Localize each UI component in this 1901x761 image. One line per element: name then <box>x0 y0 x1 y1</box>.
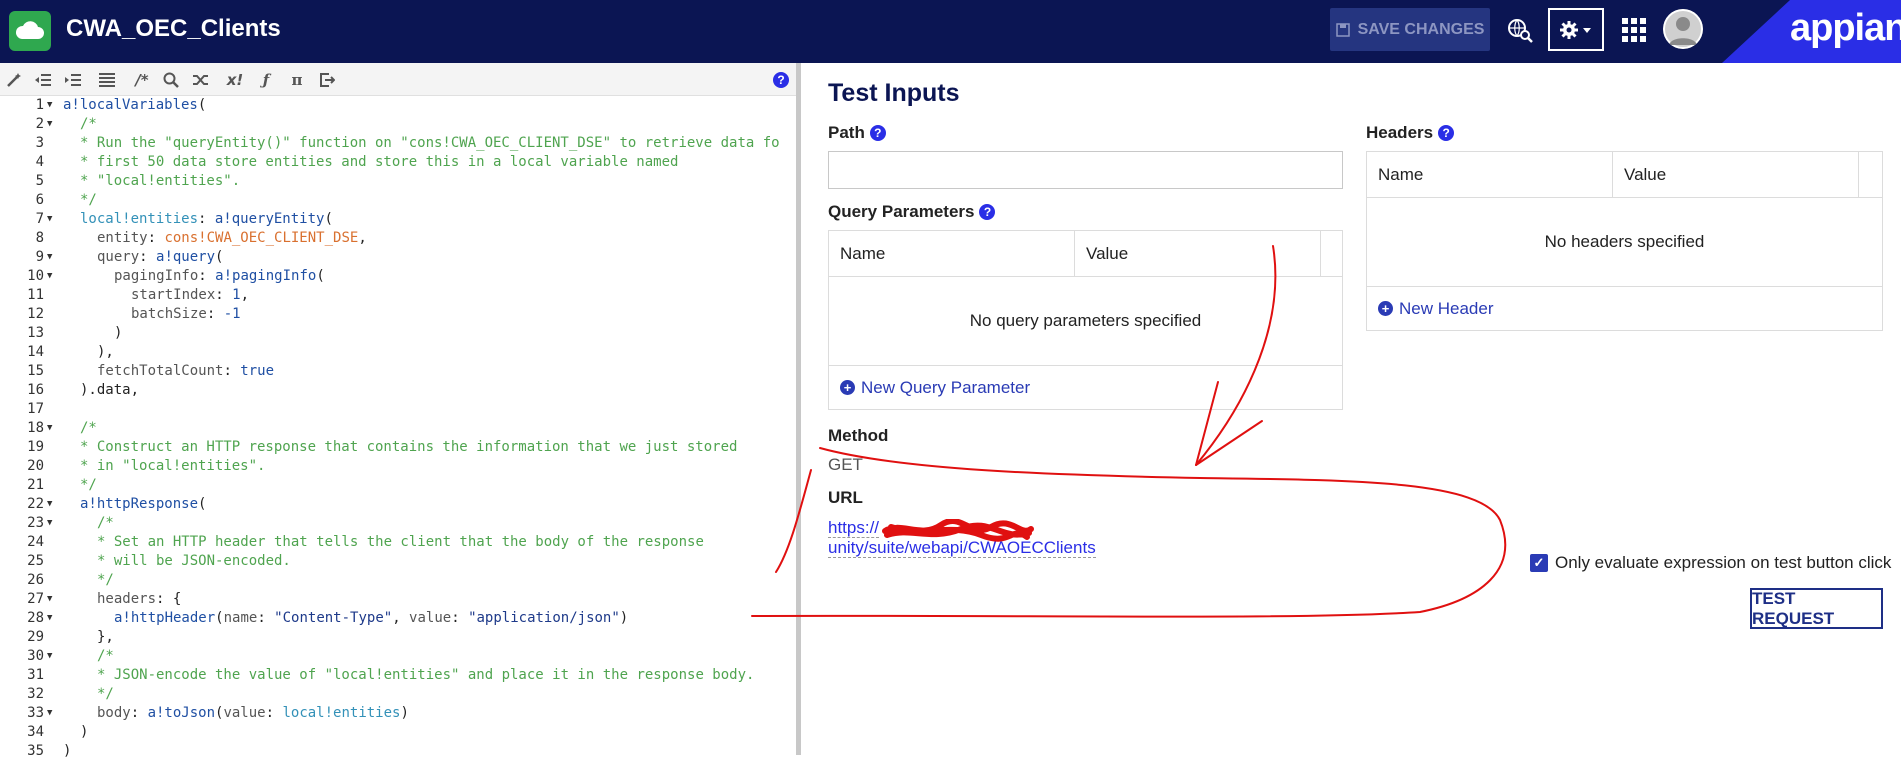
grid-header: Name Value <box>1367 152 1882 198</box>
save-icon <box>1335 22 1350 37</box>
path-label: Path? <box>828 123 886 143</box>
method-label: Method <box>828 426 889 445</box>
plus-circle-icon: + <box>840 380 855 395</box>
column-value: Value <box>1613 152 1859 198</box>
redaction-scribble <box>882 519 1034 542</box>
appian-logo[interactable]: appian <box>1790 0 1901 63</box>
expression-editor[interactable]: /* x! ƒ π ? 1 ▼ a!localVariables( 2 ▼/* 3 * … <box>0 63 796 759</box>
new-query-parameter-label: New Query Parameter <box>861 377 1031 397</box>
query-parameters-label: Query Parameters? <box>828 202 996 222</box>
help-icon[interactable]: ? <box>773 72 789 88</box>
plus-circle-icon: + <box>1378 301 1393 316</box>
editor-toolbar: /* x! ƒ π ? <box>0 63 796 96</box>
grid-header: Name Value <box>829 231 1342 277</box>
save-changes-button[interactable]: SAVE CHANGES <box>1330 8 1490 51</box>
evaluate-on-click-label: Only evaluate expression on test button … <box>1555 553 1892 572</box>
code-area[interactable]: 1 ▼ a!localVariables( 2 ▼/* 3 * Run the "que… <box>0 96 796 759</box>
comment-icon[interactable]: /* <box>128 69 156 91</box>
url-prefix[interactable]: https:// <box>828 518 880 538</box>
fx-icon[interactable]: ƒ <box>255 69 277 91</box>
headers-grid: Name Value No headers specified + New He… <box>1366 151 1883 331</box>
settings-menu-button[interactable] <box>1548 8 1604 51</box>
query-parameters-grid: Name Value No query parameters specified… <box>828 230 1343 410</box>
save-changes-label: SAVE CHANGES <box>1357 20 1485 38</box>
column-value: Value <box>1075 231 1321 277</box>
url-label: URL <box>828 488 863 507</box>
app-title: CWA_OEC_Clients <box>66 15 281 42</box>
user-avatar[interactable] <box>1663 9 1703 49</box>
method-value: GET <box>828 455 863 474</box>
test-inputs-panel: Test Inputs Path? Query Parameters? Name… <box>801 63 1901 755</box>
empty-message: No query parameters specified <box>969 311 1202 330</box>
x-bang-icon[interactable]: x! <box>222 69 248 91</box>
column-name: Name <box>1367 152 1613 198</box>
new-header-link[interactable]: + New Header <box>1367 286 1882 330</box>
empty-message: No headers specified <box>1544 232 1705 251</box>
web-search-icon[interactable] <box>1502 8 1538 51</box>
indent-icon[interactable] <box>62 69 84 91</box>
path-input[interactable] <box>828 151 1343 189</box>
outdent-icon[interactable] <box>32 69 54 91</box>
gear-icon <box>1560 20 1591 39</box>
pi-icon[interactable]: π <box>286 69 308 91</box>
list-icon[interactable] <box>96 69 118 91</box>
apps-grid-icon[interactable] <box>1620 8 1648 51</box>
top-bar: CWA_OEC_Clients SAVE CHANGES appian <box>0 0 1901 63</box>
new-header-label: New Header <box>1399 298 1494 318</box>
shuffle-icon[interactable] <box>190 69 212 91</box>
new-query-parameter-link[interactable]: + New Query Parameter <box>829 365 1342 409</box>
headers-label: Headers? <box>1366 123 1455 143</box>
help-icon[interactable]: ? <box>1438 125 1455 141</box>
test-request-button[interactable]: TEST REQUEST <box>1750 588 1883 629</box>
panel-title: Test Inputs <box>828 79 960 107</box>
cloud-app-icon[interactable] <box>9 11 51 51</box>
search-icon[interactable] <box>160 69 182 91</box>
magic-wand-icon[interactable] <box>3 69 25 91</box>
export-icon[interactable] <box>316 69 338 91</box>
help-icon[interactable]: ? <box>869 125 886 141</box>
evaluate-on-click-checkbox[interactable]: ✓ <box>1530 554 1548 572</box>
help-icon[interactable]: ? <box>979 204 996 220</box>
column-name: Name <box>829 231 1075 277</box>
